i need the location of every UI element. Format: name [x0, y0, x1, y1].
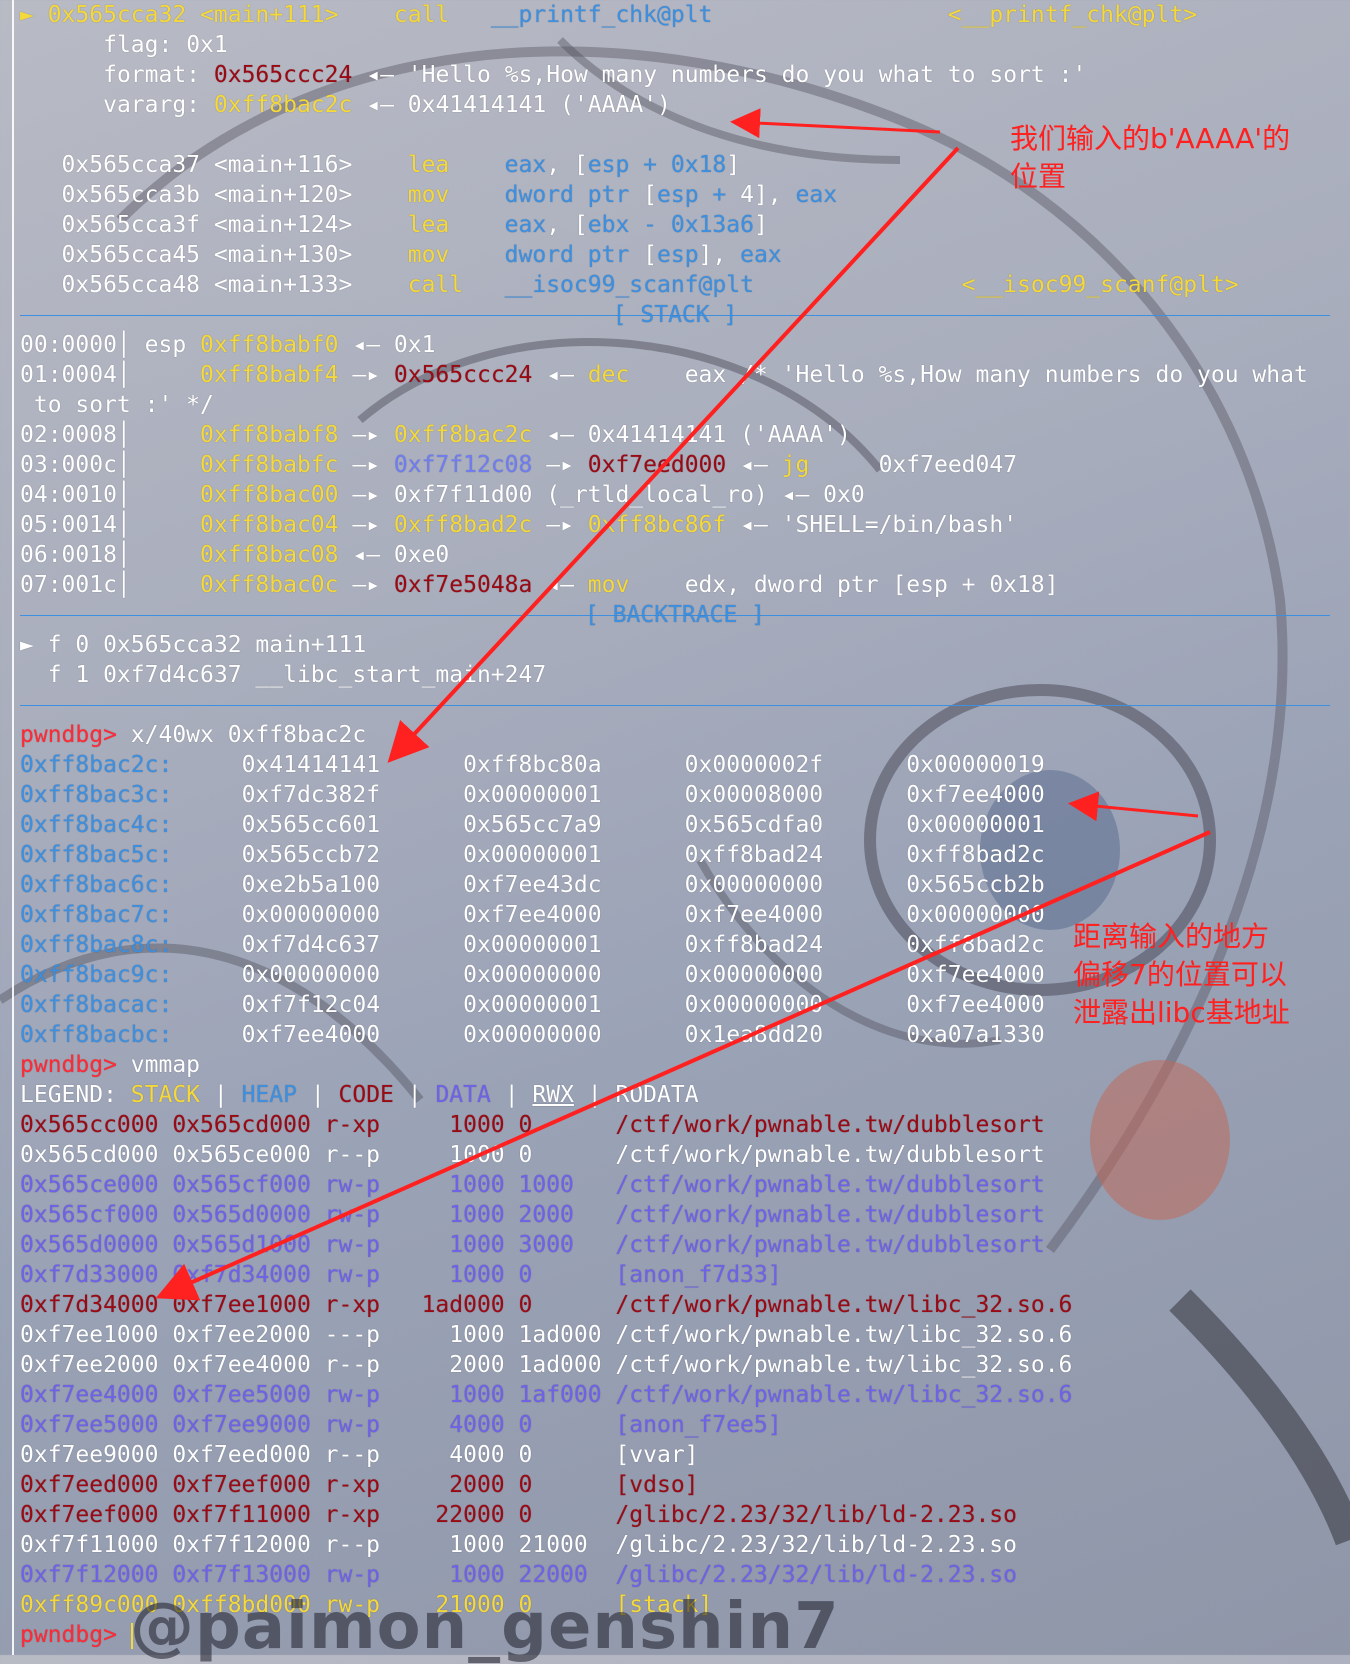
- stack-section-header-label: [ STACK ]: [612, 302, 738, 328]
- stack-line: 07:001c│ 0xff8bac0c —▸ 0xf7e5048a ◂— mov…: [20, 572, 1059, 598]
- backtrace-section-header-label: [ BACKTRACE ]: [584, 602, 766, 628]
- vmmap-row: 0xf7ee4000 0xf7ee5000 rw-p 1000 1af000 /…: [20, 1382, 1073, 1408]
- backtrace-section-header: [ BACKTRACE ]: [20, 600, 1330, 630]
- backtrace-end-separator: [20, 690, 1330, 720]
- disasm-arg-line: vararg: 0xff8bac2c ◂— 0x41414141 ('AAAA'…: [103, 92, 671, 118]
- disasm-line: 0x565cca3f <main+124> lea eax, [ebx - 0x…: [61, 212, 768, 238]
- backtrace-line: ► f 0 0x565cca32 main+111: [20, 632, 367, 658]
- vmmap-row: 0xf7d33000 0xf7d34000 rw-p 1000 0 [anon_…: [20, 1262, 782, 1288]
- vmmap-row: 0x565cc000 0x565cd000 r-xp 1000 0 /ctf/w…: [20, 1112, 1045, 1138]
- disasm-line: 0x565cca45 <main+130> mov dword ptr [esp…: [61, 242, 782, 268]
- command-line-x40wx: pwndbg> x/40wx 0xff8bac2c: [20, 722, 367, 748]
- memory-dump-row: 0xff8bac2c: 0x41414141 0xff8bc80a 0x0000…: [20, 752, 1128, 778]
- vmmap-row: 0xf7ee9000 0xf7eed000 r--p 4000 0 [vvar]: [20, 1442, 699, 1468]
- vmmap-row: 0xf7f12000 0xf7f13000 rw-p 1000 22000 /g…: [20, 1562, 1017, 1588]
- stack-line: 01:0004│ 0xff8babf4 —▸ 0x565ccc24 ◂— dec…: [20, 362, 1308, 388]
- memory-dump-row: 0xff8bac6c: 0xe2b5a100 0xf7ee43dc 0x0000…: [20, 872, 1128, 898]
- terminal-left-border: [12, 0, 14, 1655]
- stack-line: to sort :' */: [20, 392, 214, 418]
- vmmap-row: 0xf7ee1000 0xf7ee2000 ---p 1000 1ad000 /…: [20, 1322, 1073, 1348]
- vmmap-row: 0x565cf000 0x565d0000 rw-p 1000 2000 /ct…: [20, 1202, 1045, 1228]
- stack-section-header: [ STACK ]: [20, 300, 1330, 330]
- terminal-output[interactable]: ► 0x565cca32 <main+111> call __printf_ch…: [20, 0, 1330, 1650]
- stack-line: 03:000c│ 0xff8babfc —▸ 0xf7f12c08 —▸ 0xf…: [20, 452, 1018, 478]
- watermark-text: @paimon_genshin7: [130, 1590, 840, 1664]
- stack-line: 02:0008│ 0xff8babf8 —▸ 0xff8bac2c ◂— 0x4…: [20, 422, 851, 448]
- vmmap-row: 0x565ce000 0x565cf000 rw-p 1000 1000 /ct…: [20, 1172, 1045, 1198]
- stack-line: 00:0000│ esp 0xff8babf0 ◂— 0x1: [20, 332, 436, 358]
- vmmap-row: 0xf7d34000 0xf7ee1000 r-xp 1ad000 0 /ctf…: [20, 1292, 1073, 1318]
- vmmap-row: 0x565cd000 0x565ce000 r--p 1000 0 /ctf/w…: [20, 1142, 1045, 1168]
- disasm-line: 0x565cca48 <main+133> call __isoc99_scan…: [61, 272, 1239, 298]
- current-instruction-line: ► 0x565cca32 <main+111> call __printf_ch…: [20, 2, 1198, 28]
- stack-line: 06:0018│ 0xff8bac08 ◂— 0xe0: [20, 542, 450, 568]
- disasm-arg-line: format: 0x565ccc24 ◂— 'Hello %s,How many…: [103, 62, 1087, 88]
- stack-line: 05:0014│ 0xff8bac04 —▸ 0xff8bad2c —▸ 0xf…: [20, 512, 1018, 538]
- memory-dump-row: 0xff8bac4c: 0x565cc601 0x565cc7a9 0x565c…: [20, 812, 1128, 838]
- memory-dump-row: 0xff8bac5c: 0x565ccb72 0x00000001 0xff8b…: [20, 842, 1128, 868]
- vmmap-row: 0xf7ee2000 0xf7ee4000 r--p 2000 1ad000 /…: [20, 1352, 1073, 1378]
- annotation-aaaa-position: 我们输入的b'AAAA'的 位置: [1010, 122, 1291, 193]
- disasm-arg-line: flag: 0x1: [103, 32, 228, 58]
- vmmap-row: 0xf7f11000 0xf7f12000 r--p 1000 21000 /g…: [20, 1532, 1017, 1558]
- vmmap-row: 0xf7eed000 0xf7eef000 r-xp 2000 0 [vdso]: [20, 1472, 699, 1498]
- stack-line: 04:0010│ 0xff8bac00 —▸ 0xf7f11d00 (_rtld…: [20, 482, 865, 508]
- backtrace-line: f 1 0xf7d4c637 __libc_start_main+247: [20, 662, 547, 688]
- annotation-libc-leak: 距离输入的地方 偏移7的位置可以 泄露出libc基地址: [1073, 920, 1290, 1029]
- vmmap-legend: LEGEND: STACK | HEAP | CODE | DATA | RWX…: [20, 1082, 699, 1108]
- vmmap-row: 0x565d0000 0x565d1000 rw-p 1000 3000 /ct…: [20, 1232, 1045, 1258]
- memory-dump-row: 0xff8bac3c: 0xf7dc382f 0x00000001 0x0000…: [20, 782, 1128, 808]
- vmmap-row: 0xf7ee5000 0xf7ee9000 rw-p 4000 0 [anon_…: [20, 1412, 782, 1438]
- vmmap-row: 0xf7eef000 0xf7f11000 r-xp 22000 0 /glib…: [20, 1502, 1017, 1528]
- command-line-vmmap: pwndbg> vmmap: [20, 1052, 201, 1078]
